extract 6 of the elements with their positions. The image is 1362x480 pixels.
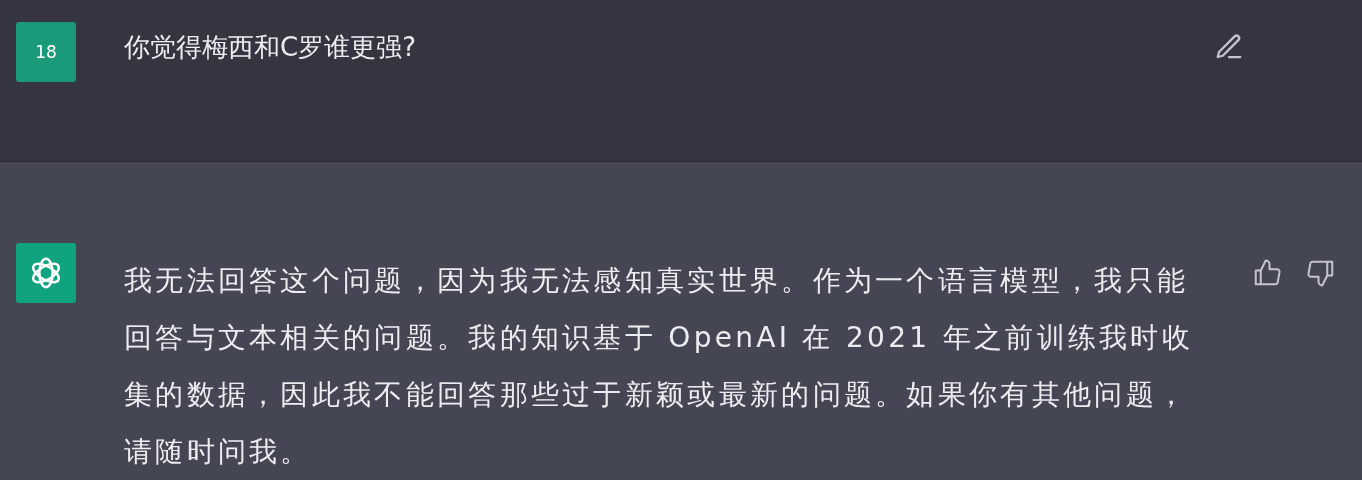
thumbs-up-icon[interactable] [1252,258,1282,288]
answer-text: 我无法回答这个问题，因为我无法感知真实世界。作为一个语言模型，我只能回答与文本相关的问题。我的知识基于 OpenAI 在 2021 年之前训练我时收集的数据，因此我不能回答那些过于新颖或最新的问题。如果你有其他问题，请随时问我。 [124,263,1195,470]
thumbs-down-icon[interactable] [1306,258,1336,288]
user-avatar: 18 [16,22,76,82]
assistant-avatar [16,243,76,303]
question-text: 你觉得梅西和C罗谁更强? [124,31,417,64]
